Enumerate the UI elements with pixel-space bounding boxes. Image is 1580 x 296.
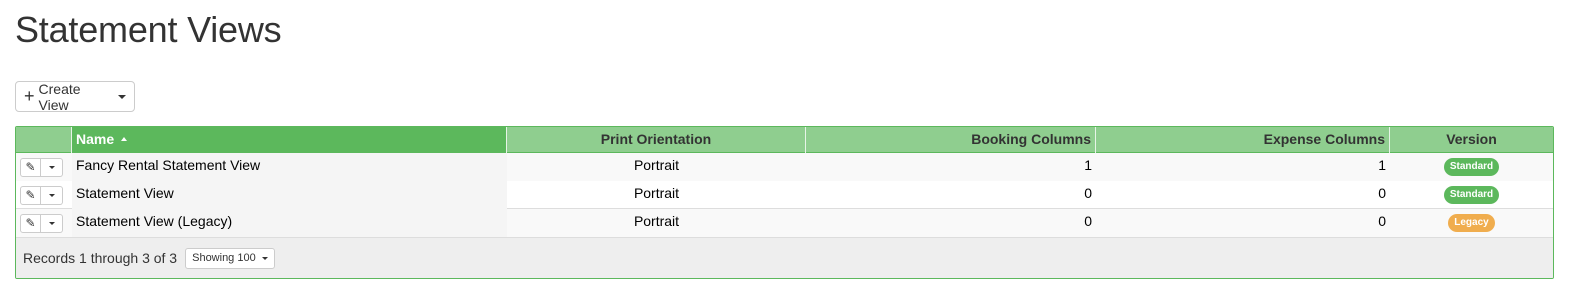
row-orientation: Portrait <box>633 185 680 201</box>
edit-button[interactable]: ✎ <box>20 213 41 233</box>
version-badge: Standard <box>1443 158 1500 176</box>
row-expense-columns: 1 <box>1096 153 1390 181</box>
pencil-icon: ✎ <box>25 160 36 174</box>
plus-icon: + <box>24 85 35 106</box>
row-menu-button[interactable] <box>41 157 63 177</box>
row-menu-button[interactable] <box>41 213 63 233</box>
table-row: ✎ Statement View (Legacy) Portrait 0 0 L… <box>16 209 1553 237</box>
table-footer: Records 1 through 3 of 3 Showing 100 <box>16 237 1553 278</box>
edit-button[interactable]: ✎ <box>20 157 41 177</box>
row-action-group: ✎ <box>20 213 63 233</box>
row-booking-columns: 1 <box>806 153 1096 181</box>
create-view-button[interactable]: + Create View <box>15 80 135 113</box>
row-action-group: ✎ <box>20 185 63 205</box>
records-count: Records 1 through 3 of 3 <box>23 250 178 266</box>
booking-columns-column-header[interactable]: Booking Columns <box>806 127 1096 153</box>
sort-ascending-icon <box>121 137 128 142</box>
table-row: ✎ Fancy Rental Statement View Portrait 1… <box>16 153 1553 181</box>
row-booking-columns: 0 <box>806 209 1096 237</box>
row-action-group: ✎ <box>20 157 63 177</box>
caret-down-icon <box>261 256 268 260</box>
name-column-header[interactable]: Name <box>72 127 507 153</box>
row-name[interactable]: Statement View (Legacy) <box>72 209 507 237</box>
row-expense-columns: 0 <box>1378 185 1386 201</box>
row-name[interactable]: Fancy Rental Statement View <box>72 153 507 181</box>
pencil-icon: ✎ <box>25 216 36 230</box>
page-size-select[interactable]: Showing 100 <box>185 247 275 269</box>
version-column-header[interactable]: Version <box>1390 127 1553 153</box>
caret-down-icon <box>48 165 55 169</box>
caret-down-icon <box>118 94 126 99</box>
row-name[interactable]: Statement View <box>72 181 507 209</box>
expense-columns-column-header[interactable]: Expense Columns <box>1096 127 1390 153</box>
create-view-label: Create View <box>38 80 81 113</box>
caret-down-icon <box>48 221 55 225</box>
table-row: ✎ Statement View Portrait 0 0 Standard <box>16 181 1553 209</box>
page-title: Statement Views <box>15 9 282 50</box>
pencil-icon: ✎ <box>25 188 36 202</box>
version-badge: Standard <box>1443 186 1500 204</box>
caret-down-icon <box>48 193 55 197</box>
row-orientation: Portrait <box>507 153 806 181</box>
print-orientation-column-header[interactable]: Print Orientation <box>507 127 806 153</box>
row-booking-columns: 0 <box>1084 185 1092 201</box>
actions-column-header <box>16 127 72 153</box>
table-header: Name Print Orientation Booking Columns E… <box>16 127 1553 153</box>
statement-views-grid: Name Print Orientation Booking Columns E… <box>15 126 1554 279</box>
table-body: ✎ Fancy Rental Statement View Portrait 1… <box>16 153 1553 237</box>
edit-button[interactable]: ✎ <box>20 185 41 205</box>
row-expense-columns: 0 <box>1096 209 1390 237</box>
row-menu-button[interactable] <box>41 185 63 205</box>
version-badge: Legacy <box>1448 214 1495 232</box>
row-orientation: Portrait <box>507 209 806 237</box>
